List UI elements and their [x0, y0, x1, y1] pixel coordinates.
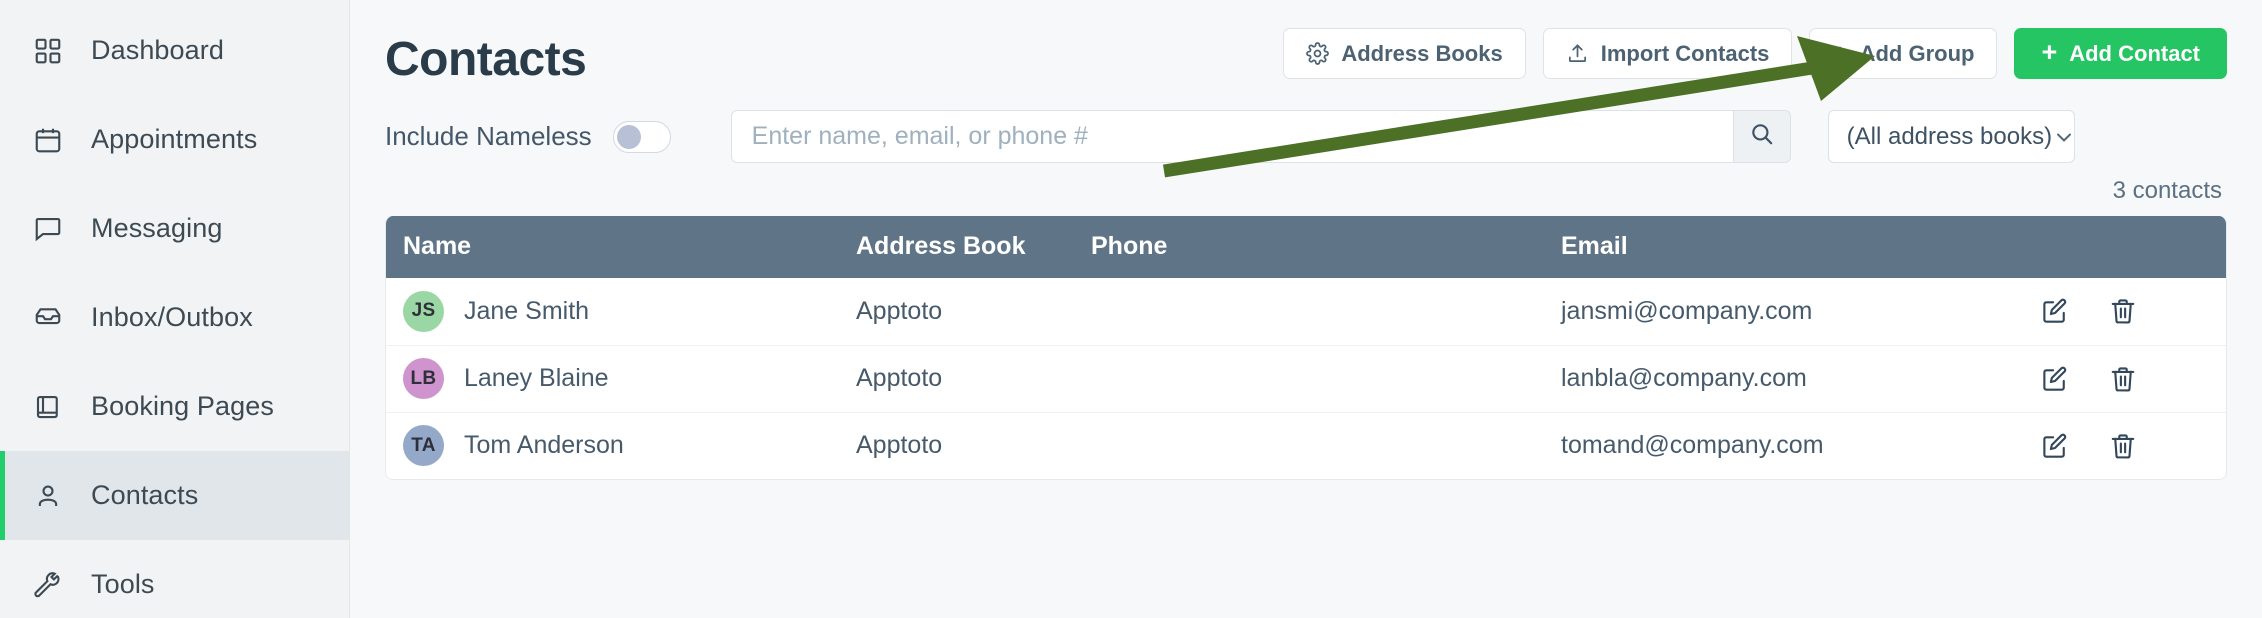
sidebar-item-label: Appointments	[91, 124, 257, 155]
column-header-address-book[interactable]: Address Book	[856, 216, 1091, 278]
sidebar-item-tools[interactable]: Tools	[0, 540, 349, 618]
cell-email: tomand@company.com	[1561, 412, 2011, 479]
sidebar-item-label: Messaging	[91, 213, 222, 244]
address-book-select[interactable]: (All address books)	[1828, 110, 2075, 163]
sidebar-item-label: Dashboard	[91, 35, 224, 66]
table-header-row: Name Address Book Phone Email	[386, 216, 2226, 278]
cell-address-book: Apptoto	[856, 278, 1091, 345]
column-header-name[interactable]: Name	[386, 216, 856, 278]
sidebar-item-messaging[interactable]: Messaging	[0, 184, 349, 273]
sidebar: Dashboard Appointments Messaging	[0, 0, 350, 618]
contact-name: Laney Blaine	[464, 364, 609, 393]
include-nameless-group: Include Nameless	[385, 121, 671, 153]
cell-address-book: Apptoto	[856, 345, 1091, 412]
header-actions: Address Books Import Contacts + Add Gro	[1283, 28, 2227, 79]
toggle-knob	[617, 125, 641, 149]
sidebar-item-label: Tools	[91, 569, 155, 600]
add-contact-button[interactable]: + Add Contact	[2014, 28, 2227, 79]
add-group-button[interactable]: + Add Group	[1809, 28, 1997, 79]
plus-icon: +	[2041, 39, 2057, 66]
sidebar-item-appointments[interactable]: Appointments	[0, 95, 349, 184]
page-header: Contacts Address Books	[385, 0, 2227, 84]
cell-name: TA Tom Anderson	[386, 412, 856, 479]
edit-icon[interactable]	[2039, 295, 2071, 327]
book-icon	[31, 390, 65, 424]
app-root: Dashboard Appointments Messaging	[0, 0, 2262, 618]
calendar-icon	[31, 123, 65, 157]
avatar: LB	[403, 358, 444, 399]
sidebar-item-label: Booking Pages	[91, 391, 274, 422]
cell-phone	[1091, 412, 1561, 479]
avatar: JS	[403, 291, 444, 332]
summary-row: 3 contacts	[385, 177, 2227, 205]
search-input[interactable]	[731, 110, 1733, 163]
table-row[interactable]: JS Jane Smith Apptoto jansmi@company.com	[386, 278, 2226, 345]
trash-icon[interactable]	[2107, 430, 2139, 462]
import-contacts-button[interactable]: Import Contacts	[1543, 28, 1793, 79]
cell-name: JS Jane Smith	[386, 278, 856, 345]
search-icon	[1749, 121, 1775, 152]
column-header-actions	[2011, 216, 2226, 278]
search-button[interactable]	[1733, 110, 1791, 163]
table-head: Name Address Book Phone Email	[386, 216, 2226, 278]
cell-actions	[2011, 412, 2226, 479]
import-contacts-label: Import Contacts	[1601, 41, 1770, 67]
cell-email: jansmi@company.com	[1561, 278, 2011, 345]
sidebar-item-booking-pages[interactable]: Booking Pages	[0, 362, 349, 451]
contact-name: Tom Anderson	[464, 431, 624, 460]
cell-name: LB Laney Blaine	[386, 345, 856, 412]
wrench-icon	[31, 568, 65, 602]
contacts-count: 3 contacts	[2113, 177, 2222, 205]
column-header-phone[interactable]: Phone	[1091, 216, 1561, 278]
search-group	[731, 110, 1791, 163]
sidebar-item-label: Contacts	[91, 480, 198, 511]
cell-address-book: Apptoto	[856, 412, 1091, 479]
table-body: JS Jane Smith Apptoto jansmi@company.com	[386, 278, 2226, 479]
table-row[interactable]: TA Tom Anderson Apptoto tomand@company.c…	[386, 412, 2226, 479]
upload-icon	[1566, 42, 1589, 65]
sidebar-item-inbox-outbox[interactable]: Inbox/Outbox	[0, 273, 349, 362]
avatar: TA	[403, 425, 444, 466]
include-nameless-label: Include Nameless	[385, 121, 592, 152]
add-group-label: Add Group	[1860, 41, 1975, 67]
gear-icon	[1306, 42, 1329, 65]
cell-email: lanbla@company.com	[1561, 345, 2011, 412]
person-icon	[31, 479, 65, 513]
page-title: Contacts	[385, 28, 586, 84]
trash-icon[interactable]	[2107, 295, 2139, 327]
filter-bar: Include Nameless (All addres	[385, 110, 2227, 163]
cell-actions	[2011, 278, 2226, 345]
include-nameless-toggle[interactable]	[613, 121, 671, 153]
inbox-icon	[31, 301, 65, 335]
contacts-table-card: Name Address Book Phone Email JS Jane Sm…	[385, 216, 2227, 480]
table-row[interactable]: LB Laney Blaine Apptoto lanbla@company.c…	[386, 345, 2226, 412]
plus-icon: +	[1832, 40, 1847, 66]
chat-icon	[31, 212, 65, 246]
chevron-down-icon	[2052, 125, 2076, 149]
grid-icon	[31, 34, 65, 68]
cell-phone	[1091, 278, 1561, 345]
edit-icon[interactable]	[2039, 363, 2071, 395]
sidebar-item-dashboard[interactable]: Dashboard	[0, 6, 349, 95]
sidebar-item-contacts[interactable]: Contacts	[0, 451, 349, 540]
main-content: Contacts Address Books	[350, 0, 2262, 618]
address-books-button[interactable]: Address Books	[1283, 28, 1525, 79]
contacts-table: Name Address Book Phone Email JS Jane Sm…	[386, 216, 2226, 479]
column-header-email[interactable]: Email	[1561, 216, 2011, 278]
address-books-label: Address Books	[1341, 41, 1502, 67]
address-book-selected-value: (All address books)	[1847, 123, 2052, 151]
trash-icon[interactable]	[2107, 363, 2139, 395]
cell-actions	[2011, 345, 2226, 412]
contact-name: Jane Smith	[464, 297, 589, 326]
add-contact-label: Add Contact	[2069, 41, 2200, 67]
cell-phone	[1091, 345, 1561, 412]
sidebar-item-label: Inbox/Outbox	[91, 302, 253, 333]
edit-icon[interactable]	[2039, 430, 2071, 462]
